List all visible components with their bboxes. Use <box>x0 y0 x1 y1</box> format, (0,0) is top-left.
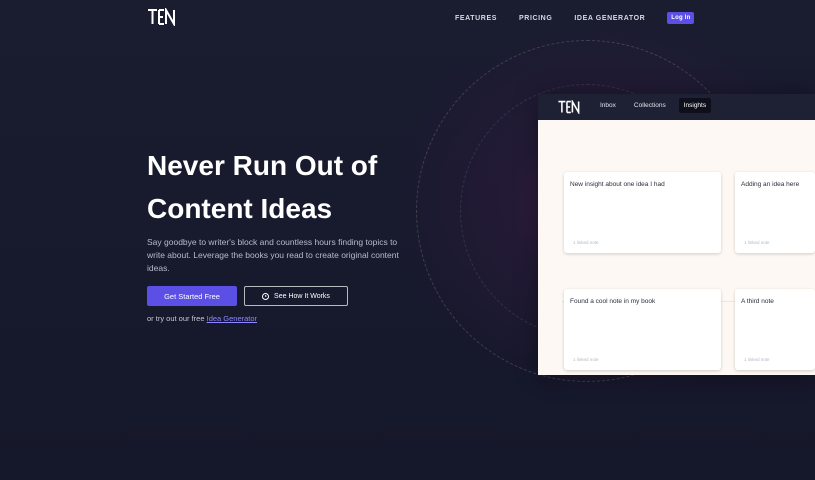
note-card-title: New insight about one idea I had <box>570 181 665 188</box>
tab-inbox[interactable]: Inbox <box>595 98 621 113</box>
tab-insights[interactable]: Insights <box>678 98 712 113</box>
play-circle-icon <box>262 292 270 300</box>
see-how-it-works-label: See How It Works <box>274 292 330 300</box>
hero-title-line-2: Content Ideas <box>147 193 333 224</box>
nav-idea-generator-link[interactable]: IDEA GENERATOR <box>574 15 645 22</box>
see-how-it-works-button[interactable]: See How It Works <box>244 286 348 306</box>
hero-subtitle: Say goodbye to writer's block and countl… <box>147 237 399 273</box>
note-card[interactable]: Adding an idea here 1 linked note <box>735 172 815 253</box>
note-card[interactable]: Found a cool note in my book 1 linked no… <box>564 289 721 370</box>
login-button[interactable]: Log In <box>667 12 695 24</box>
note-card-footer: 1 linked note <box>573 240 599 245</box>
idea-generator-link[interactable]: Idea Generator <box>207 314 257 323</box>
note-card-title: Adding an idea here <box>741 181 800 188</box>
note-card-title: A third note <box>741 298 774 305</box>
top-nav: FEATURES PRICING IDEA GENERATOR Log In <box>455 12 695 24</box>
try-generator-line: or try out our free Idea Generator <box>147 314 257 323</box>
hero-title-line-1: Never Run Out of <box>147 150 378 181</box>
preview-tabs: Inbox Collections Insights <box>595 98 712 113</box>
note-card-footer: 1 linked note <box>744 240 770 245</box>
preview-logo-icon <box>558 100 580 114</box>
note-card-footer: 1 linked note <box>744 357 770 362</box>
nav-pricing-link[interactable]: PRICING <box>519 15 552 22</box>
preview-top-bar: Inbox Collections Insights <box>538 94 815 120</box>
note-card-footer: 1 linked note <box>573 357 599 362</box>
logo-icon[interactable] <box>147 8 175 26</box>
hero-title: Never Run Out of Content Ideas <box>147 144 437 230</box>
tab-collections[interactable]: Collections <box>629 98 671 113</box>
note-card-title: Found a cool note in my book <box>570 298 656 305</box>
try-prefix: or try out our free <box>147 314 207 323</box>
note-card[interactable]: New insight about one idea I had 1 linke… <box>564 172 721 253</box>
get-started-button[interactable]: Get Started Free <box>147 286 237 306</box>
note-card[interactable]: A third note 1 linked note <box>735 289 815 370</box>
nav-features-link[interactable]: FEATURES <box>455 15 497 22</box>
get-started-label: Get Started Free <box>164 291 220 301</box>
